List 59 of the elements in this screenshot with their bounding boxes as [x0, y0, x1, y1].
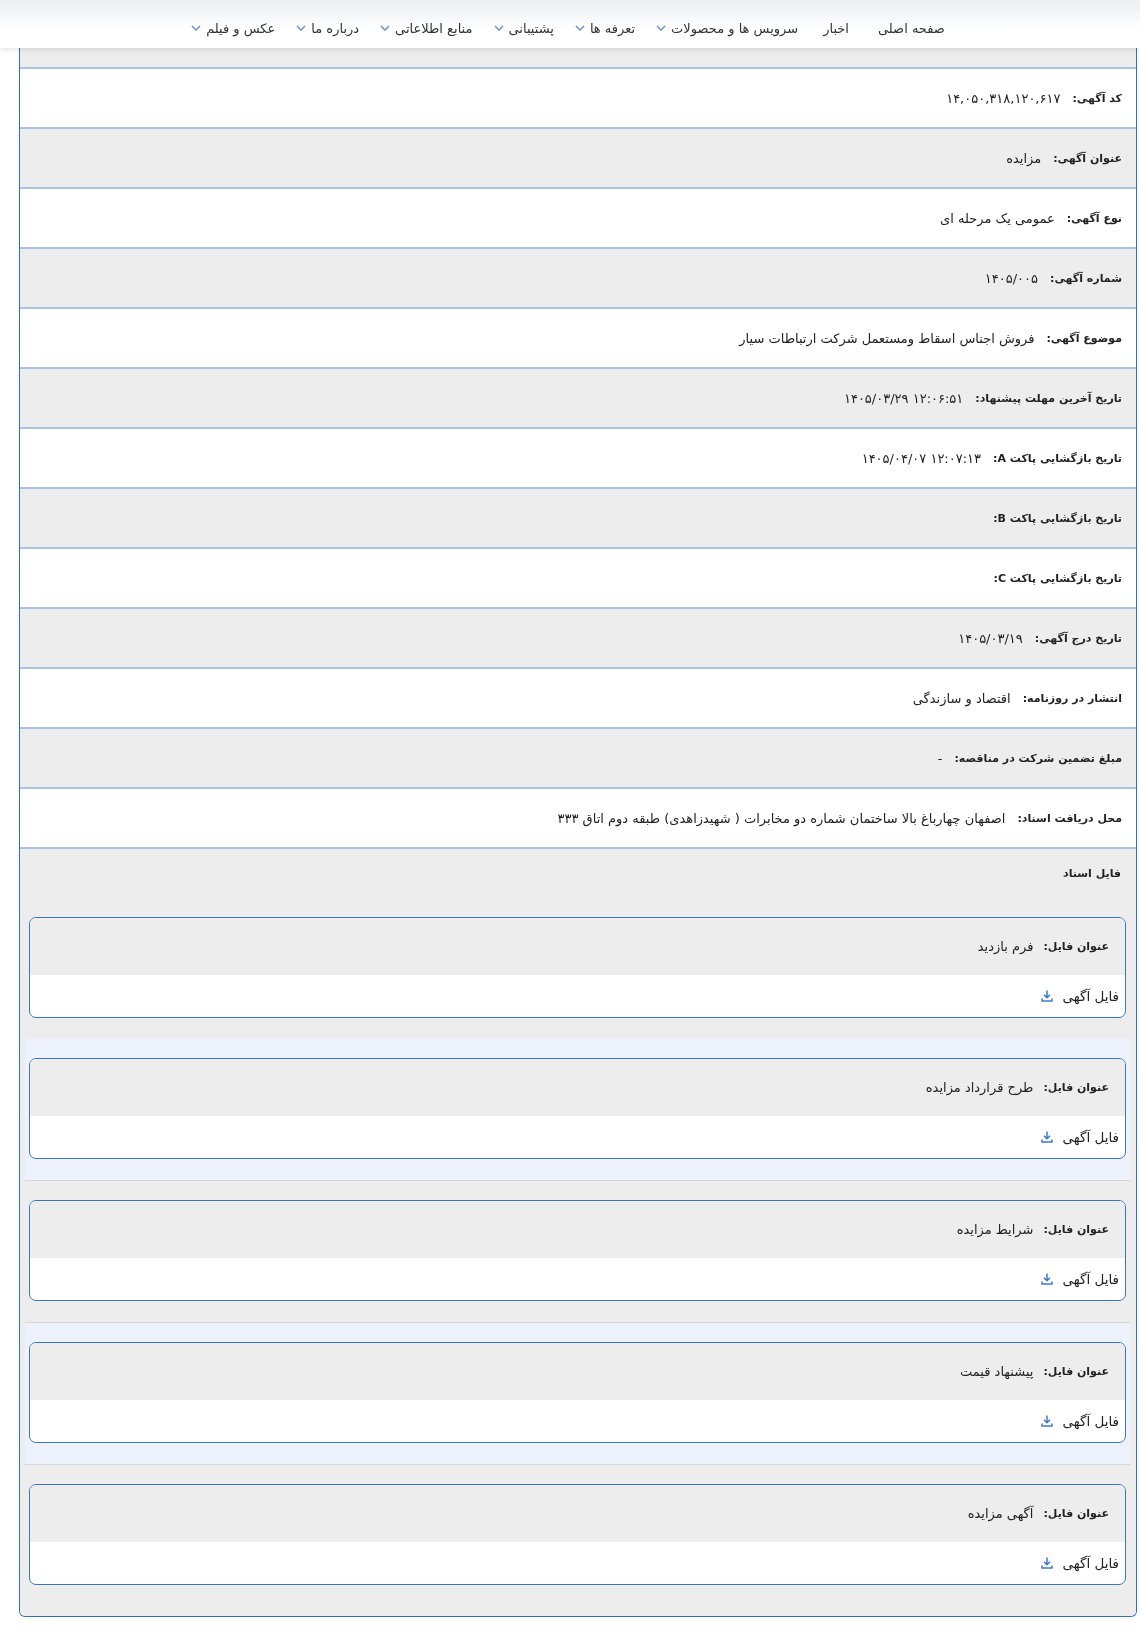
section-heading: فایل اسناد: [1063, 867, 1121, 880]
nav-link[interactable]: صفحه اصلی: [871, 20, 951, 36]
file-title-label: عنوان فایل:: [1043, 1507, 1109, 1520]
field-value: عمومی یک مرحله ای: [940, 210, 1055, 226]
file-title: فرم بازدید: [977, 939, 1034, 954]
caret-icon: [574, 25, 585, 31]
caret-icon: [296, 25, 307, 31]
field-value: فروش اجناس اسقاط ومستعمل شرکت ارتباطات سیار: [739, 330, 1035, 346]
file-title: طرح قرارداد مزایده: [925, 1080, 1034, 1095]
file-title: پیشنهاد قیمت: [960, 1364, 1034, 1379]
download-link[interactable]: فایل آگهی: [1040, 988, 1119, 1004]
file-title-label: عنوان فایل:: [1043, 1223, 1109, 1236]
nav-menu-link[interactable]: درباره ما: [294, 20, 362, 36]
field-label: کد آگهی:: [1072, 91, 1122, 105]
field-label: شماره آگهی:: [1050, 271, 1122, 285]
field-value: اقتصاد و سازندگی: [912, 690, 1011, 706]
field-value: ۱۴۰۵/۰۳/۲۹ ۱۲:۰۶:۵۱: [843, 390, 964, 406]
field-label: محل دریافت اسناد:: [1017, 811, 1122, 825]
field-label: تاریخ بازگشایی پاکت B:: [993, 511, 1122, 525]
nav-menu-link[interactable]: تعرفه ها: [572, 20, 638, 36]
field-label: موضوع آگهی:: [1046, 331, 1122, 345]
field-value: ۱۴۰۵/۰۴/۰۷ ۱۲:۰۷:۱۳: [861, 450, 982, 466]
caret-icon: [656, 25, 667, 31]
caret-icon: [380, 25, 391, 31]
nav-menu-link[interactable]: سرویس ها و محصولات: [654, 20, 801, 36]
field-label: تاریخ آخرین مهلت پیشنهاد:: [975, 391, 1122, 405]
field-value: اصفهان چهارباغ بالا ساختمان شماره دو مخابرات ( شهیدزاهدی) طبقه دوم اتاق ۳۳۳: [557, 810, 1006, 826]
download-link[interactable]: فایل آگهی: [1040, 1271, 1119, 1287]
caret-icon: [191, 25, 202, 31]
download-link[interactable]: فایل آگهی: [1040, 1555, 1119, 1571]
file-title-label: عنوان فایل:: [1043, 1081, 1109, 1094]
field-label: تاریخ بازگشایی پاکت C:: [993, 571, 1122, 585]
field-label: انتشار در روزنامه:: [1022, 691, 1122, 705]
field-value: -: [937, 750, 943, 766]
file-title: شرایط مزایده: [956, 1222, 1034, 1237]
field-label: تاریخ بازگشایی پاکت A:: [993, 451, 1122, 465]
field-label: نوع آگهی:: [1066, 211, 1122, 225]
download-icon: [1040, 990, 1053, 1002]
download-icon: [1040, 1273, 1053, 1285]
caret-icon: [493, 25, 504, 31]
field-value: ۱۴۰۵/۰۰۵: [984, 270, 1039, 286]
field-value: ۱۴۰۵/۰۳/۱۹: [958, 630, 1023, 646]
field-value: ۱۴,۰۵۰,۳۱۸,۱۲۰,۶۱۷: [946, 90, 1061, 106]
field-label: مبلغ تضمین شرکت در مناقصه:: [954, 751, 1122, 765]
field-label: عنوان آگهی:: [1053, 151, 1122, 165]
download-icon: [1040, 1415, 1053, 1427]
download-icon: [1040, 1131, 1053, 1143]
nav-menu-link[interactable]: منابع اطلاعاتی: [378, 20, 475, 36]
field-value: مزایده: [1006, 150, 1042, 166]
download-link[interactable]: فایل آگهی: [1040, 1129, 1119, 1145]
field-label: تاریخ درج آگهی:: [1034, 631, 1122, 645]
download-link[interactable]: فایل آگهی: [1040, 1413, 1119, 1429]
nav-menu-link[interactable]: پشتیبانی: [491, 20, 556, 36]
nav-menu-link[interactable]: عکس و فیلم: [189, 20, 278, 36]
nav-link[interactable]: اخبار: [817, 20, 855, 36]
download-icon: [1040, 1557, 1053, 1569]
file-title: آگهی مزایده: [967, 1506, 1034, 1521]
file-title-label: عنوان فایل:: [1043, 940, 1109, 953]
file-title-label: عنوان فایل:: [1043, 1365, 1109, 1378]
